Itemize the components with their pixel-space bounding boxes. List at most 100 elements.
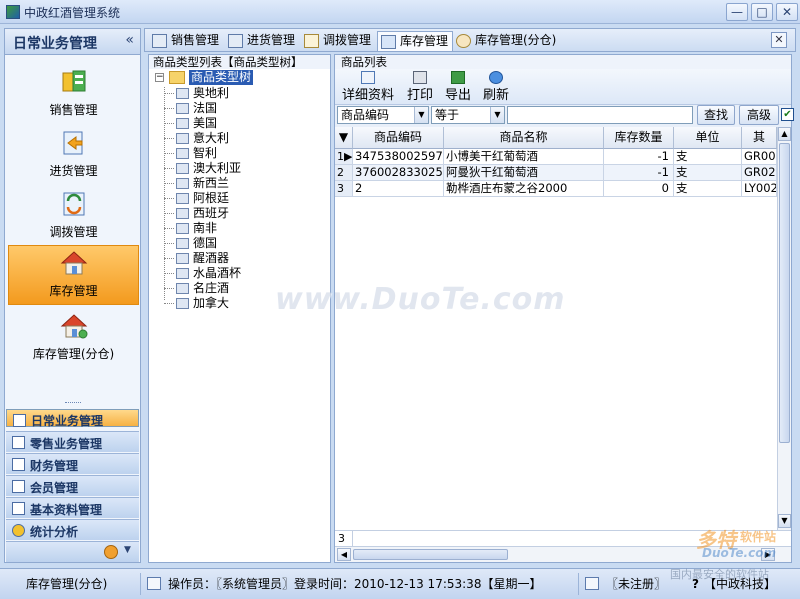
sidebar-item-label: 销售管理 — [49, 103, 98, 117]
scroll-right-icon[interactable]: ▶ — [761, 548, 775, 561]
row-number[interactable]: 3 — [335, 181, 353, 197]
close-tab-icon[interactable]: ✕ — [771, 32, 787, 48]
tab-inventory-branch[interactable]: 库存管理(分仓) — [453, 31, 560, 51]
chevron-down-icon[interactable]: ▼ — [124, 545, 131, 555]
table-row[interactable]: 2 3760028330257 阿曼狄干红葡萄酒 -1 支 GR02 — [335, 165, 777, 181]
details-button[interactable]: 详细资料 — [339, 69, 397, 103]
table-row[interactable]: 3 2 勒桦酒庄布蒙之谷2000 0 支 LY002 — [335, 181, 777, 197]
column-header-unit[interactable]: 单位 — [674, 127, 742, 149]
tree-node[interactable]: 醒酒器 — [164, 251, 314, 266]
tab-label: 库存管理(分仓) — [475, 33, 557, 47]
tree-node-label: 加拿大 — [193, 296, 230, 310]
search-input[interactable] — [507, 106, 693, 124]
field-select[interactable]: 商品编码 ▼ — [337, 106, 429, 124]
sales-tab-icon — [152, 34, 167, 48]
tree-node[interactable]: 名庄酒 — [164, 281, 314, 296]
tree-node[interactable]: 奥地利 — [164, 86, 314, 101]
tab-purchase[interactable]: 进货管理 — [225, 31, 299, 51]
category-statistics[interactable]: 统计分析 — [6, 519, 139, 540]
category-finance[interactable]: 财务管理 — [6, 453, 139, 474]
refresh-label: 刷新 — [482, 88, 509, 103]
operator-select[interactable]: 等于 ▼ — [431, 106, 505, 124]
cell-extra: GR005 — [742, 149, 777, 165]
house-icon — [60, 251, 87, 275]
tree-node[interactable]: 加拿大 — [164, 296, 314, 311]
tree-node[interactable]: 阿根廷 — [164, 191, 314, 206]
transfer-tab-icon — [304, 34, 319, 48]
tree-node[interactable]: 新西兰 — [164, 176, 314, 191]
scroll-up-icon[interactable]: ▲ — [778, 127, 791, 141]
print-button[interactable]: 打印 — [403, 69, 437, 103]
category-members[interactable]: 会员管理 — [6, 475, 139, 496]
row-number[interactable]: 1▶ — [335, 149, 353, 165]
horizontal-scrollbar[interactable]: ◀ ▶ — [335, 546, 791, 562]
sidebar-item-purchase[interactable]: 进货管理 — [8, 126, 139, 186]
category-node-icon — [176, 283, 189, 294]
row-number[interactable]: 2 — [335, 165, 353, 181]
window-title: 中政红酒管理系统 — [24, 6, 121, 20]
sidebar-item-inventory[interactable]: 库存管理 — [8, 245, 139, 305]
help-icon[interactable]: ? — [692, 575, 699, 593]
table-row[interactable]: 1▶3475380025979小博美干红葡萄酒-1支GR005 — [335, 149, 777, 165]
hscroll-thumb[interactable] — [353, 549, 508, 560]
sidebar-item-transfer[interactable]: 调拨管理 — [8, 187, 139, 247]
tree-connector — [164, 303, 174, 304]
tree-node[interactable]: 意大利 — [164, 131, 314, 146]
tree-node[interactable]: 美国 — [164, 116, 314, 131]
column-header-extra[interactable]: 其 — [742, 127, 777, 149]
purchase-icon — [63, 131, 82, 155]
tree-node[interactable]: 南非 — [164, 221, 314, 236]
category-basic-data[interactable]: 基本资料管理 — [6, 497, 139, 518]
splitter-grip[interactable] — [65, 402, 81, 405]
scroll-left-icon[interactable]: ◀ — [337, 548, 351, 561]
close-button[interactable]: ✕ — [776, 3, 798, 21]
search-button[interactable]: 查找 — [697, 105, 735, 125]
tree-connector — [164, 258, 174, 259]
excel-icon — [451, 71, 465, 84]
tab-label: 销售管理 — [171, 33, 220, 47]
maximize-button[interactable]: □ — [751, 3, 773, 21]
tree-node-label: 名庄酒 — [193, 281, 230, 295]
advanced-button[interactable]: 高级 — [739, 105, 779, 125]
sidebar-item-sales[interactable]: 销售管理 — [8, 65, 139, 125]
category-node-icon — [176, 193, 189, 204]
export-button[interactable]: 导出 — [441, 69, 475, 103]
refresh-button[interactable]: 刷新 — [479, 69, 513, 103]
chevron-down-icon[interactable]: ▼ — [414, 107, 428, 123]
tab-label: 进货管理 — [247, 33, 296, 47]
tree-node[interactable]: 智利 — [164, 146, 314, 161]
user-icon — [12, 524, 25, 537]
category-daily-business[interactable]: 日常业务管理 — [6, 409, 139, 428]
advanced-checkbox[interactable]: ✔ — [781, 108, 794, 121]
category-node-icon — [176, 238, 189, 249]
chevron-down-icon[interactable]: ▼ — [490, 107, 504, 123]
app-icon — [6, 5, 20, 19]
tree-node[interactable]: 德国 — [164, 236, 314, 251]
tree-node[interactable]: 法国 — [164, 101, 314, 116]
tab-transfer[interactable]: 调拨管理 — [301, 31, 375, 51]
status-divider — [578, 573, 579, 595]
tree-node[interactable]: 西班牙 — [164, 206, 314, 221]
tree-node[interactable]: 水晶酒杯 — [164, 266, 314, 281]
tree-node[interactable]: 澳大利亚 — [164, 161, 314, 176]
collapse-node-icon[interactable]: − — [155, 73, 164, 82]
category-icon — [12, 502, 25, 515]
collapse-icon[interactable]: « — [125, 32, 134, 48]
scroll-thumb[interactable] — [779, 143, 790, 443]
tree-node-label: 德国 — [193, 236, 218, 250]
scroll-down-icon[interactable]: ▼ — [778, 514, 791, 528]
users-icon[interactable] — [104, 545, 118, 559]
operator-select-value: 等于 — [435, 108, 460, 122]
printer-icon — [413, 71, 427, 84]
column-header-name[interactable]: 商品名称 — [444, 127, 604, 149]
minimize-button[interactable]: — — [726, 3, 748, 21]
sidebar-item-inventory-branch[interactable]: 库存管理(分仓) — [8, 309, 139, 369]
column-header-qty[interactable]: 库存数量 — [604, 127, 674, 149]
tab-label: 库存管理 — [400, 34, 449, 48]
tab-inventory[interactable]: 库存管理 — [377, 31, 454, 51]
tab-sales[interactable]: 销售管理 — [149, 31, 223, 51]
tab-bar: 销售管理 进货管理 调拨管理 库存管理 库存管理(分仓) ✕ — [144, 28, 796, 52]
category-retail[interactable]: 零售业务管理 — [6, 431, 139, 452]
column-header-code[interactable]: 商品编码 — [353, 127, 444, 149]
vertical-scrollbar[interactable]: ▲ ▼ — [777, 127, 791, 530]
